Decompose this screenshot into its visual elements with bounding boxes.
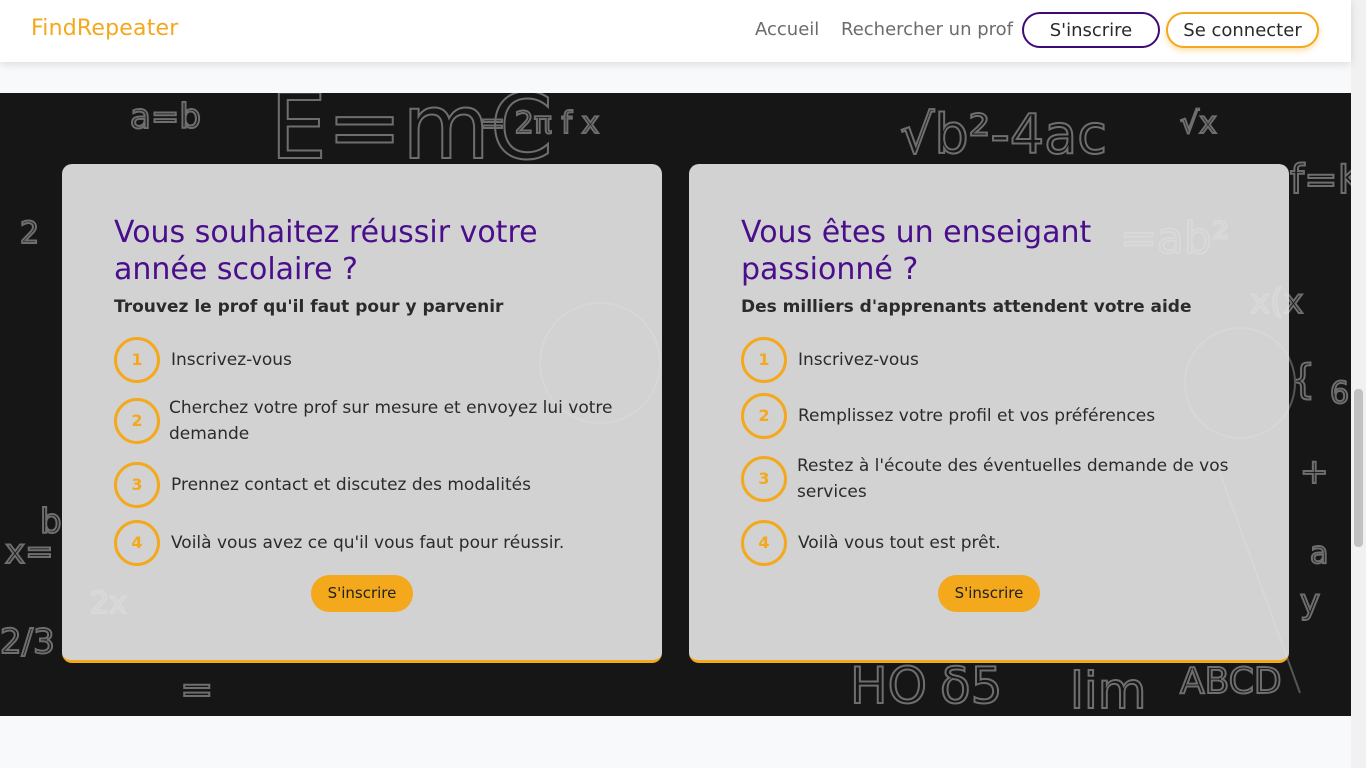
brand-logo[interactable]: FindRepeater xyxy=(31,16,179,41)
step-item: 2 Remplissez votre profil et vos préfére… xyxy=(741,393,1261,439)
teacher-card-subtitle: Des milliers d'apprenants attendent votr… xyxy=(741,297,1192,317)
svg-text:= 2π f x: = 2π f x xyxy=(480,106,599,141)
step-text: Voilà vous avez ce qu'il vous faut pour … xyxy=(171,533,565,553)
svg-text:ABCD: ABCD xyxy=(1180,661,1282,702)
hero-section: a=b E=mC = 2π f x √b²-4ac √x 2 f=K =ab² … xyxy=(0,93,1351,716)
step-text: Restez à l'écoute des éventuelles demand… xyxy=(797,456,1229,502)
step-text: Remplissez votre profil et vos préférenc… xyxy=(798,406,1156,426)
step-item: 2 Cherchez votre prof sur mesure et envo… xyxy=(114,398,634,444)
step-number: 4 xyxy=(114,520,160,566)
svg-text:√b²-4ac: √b²-4ac xyxy=(900,103,1107,166)
student-card: Vous souhaitez réussir votre année scola… xyxy=(62,164,662,663)
svg-text:+: + xyxy=(1300,452,1329,492)
step-item: 1 Inscrivez-vous xyxy=(114,337,634,383)
step-number: 1 xyxy=(114,337,160,383)
svg-text:y: y xyxy=(1300,582,1320,622)
step-text: Voilà vous tout est prêt. xyxy=(798,533,1001,553)
svg-text:2/3: 2/3 xyxy=(0,622,55,662)
nav-link-accueil[interactable]: Accueil xyxy=(755,19,819,40)
step-number: 2 xyxy=(114,398,160,444)
teacher-card-title: Vous êtes un enseigant passionné ? xyxy=(741,215,1092,287)
svg-text:=: = xyxy=(180,667,214,713)
step-number: 1 xyxy=(741,337,787,383)
login-button[interactable]: Se connecter xyxy=(1166,12,1319,48)
svg-text:2: 2 xyxy=(20,216,39,251)
teacher-signup-button[interactable]: S'inscrire xyxy=(938,575,1040,612)
svg-text:a: a xyxy=(1310,536,1328,571)
step-item: 3 Prennez contact et discutez des modali… xyxy=(114,462,634,508)
step-item: 4 Voilà vous avez ce qu'il vous faut pou… xyxy=(114,520,634,566)
step-number: 3 xyxy=(114,462,160,508)
svg-text:lim: lim xyxy=(1070,662,1147,716)
signup-button[interactable]: S'inscrire xyxy=(1022,12,1160,48)
step-item: 3 Restez à l'écoute des éventuelles dema… xyxy=(741,456,1261,502)
step-item: 1 Inscrivez-vous xyxy=(741,337,1261,383)
student-signup-button[interactable]: S'inscrire xyxy=(311,575,413,612)
step-number: 3 xyxy=(741,456,787,502)
svg-text:δ5: δ5 xyxy=(940,657,1002,715)
step-text: Prennez contact et discutez des modalité… xyxy=(171,475,531,495)
svg-text:f=K: f=K xyxy=(1290,157,1351,203)
svg-text:b: b xyxy=(40,502,62,542)
scrollbar-thumb[interactable] xyxy=(1354,389,1363,547)
student-card-subtitle: Trouvez le prof qu'il faut pour y parven… xyxy=(114,297,504,317)
step-item: 4 Voilà vous tout est prêt. xyxy=(741,520,1261,566)
step-text: Cherchez votre prof sur mesure et envoye… xyxy=(169,398,613,444)
page-scrollbar[interactable] xyxy=(1351,0,1366,768)
step-number: 2 xyxy=(741,393,787,439)
step-text: Inscrivez-vous xyxy=(171,350,292,370)
svg-text:√x: √x xyxy=(1180,106,1217,141)
teacher-card: Vous êtes un enseigant passionné ? Des m… xyxy=(689,164,1289,663)
student-card-title: Vous souhaitez réussir votre année scola… xyxy=(114,215,538,287)
step-text: Inscrivez-vous xyxy=(798,350,919,370)
svg-text:HO: HO xyxy=(850,657,927,715)
svg-text:a=b: a=b xyxy=(130,97,201,137)
nav-link-search-teacher[interactable]: Rechercher un prof xyxy=(841,19,1013,40)
svg-text:6: 6 xyxy=(1330,376,1349,411)
navbar: FindRepeater Accueil Rechercher un prof … xyxy=(0,0,1351,62)
step-number: 4 xyxy=(741,520,787,566)
